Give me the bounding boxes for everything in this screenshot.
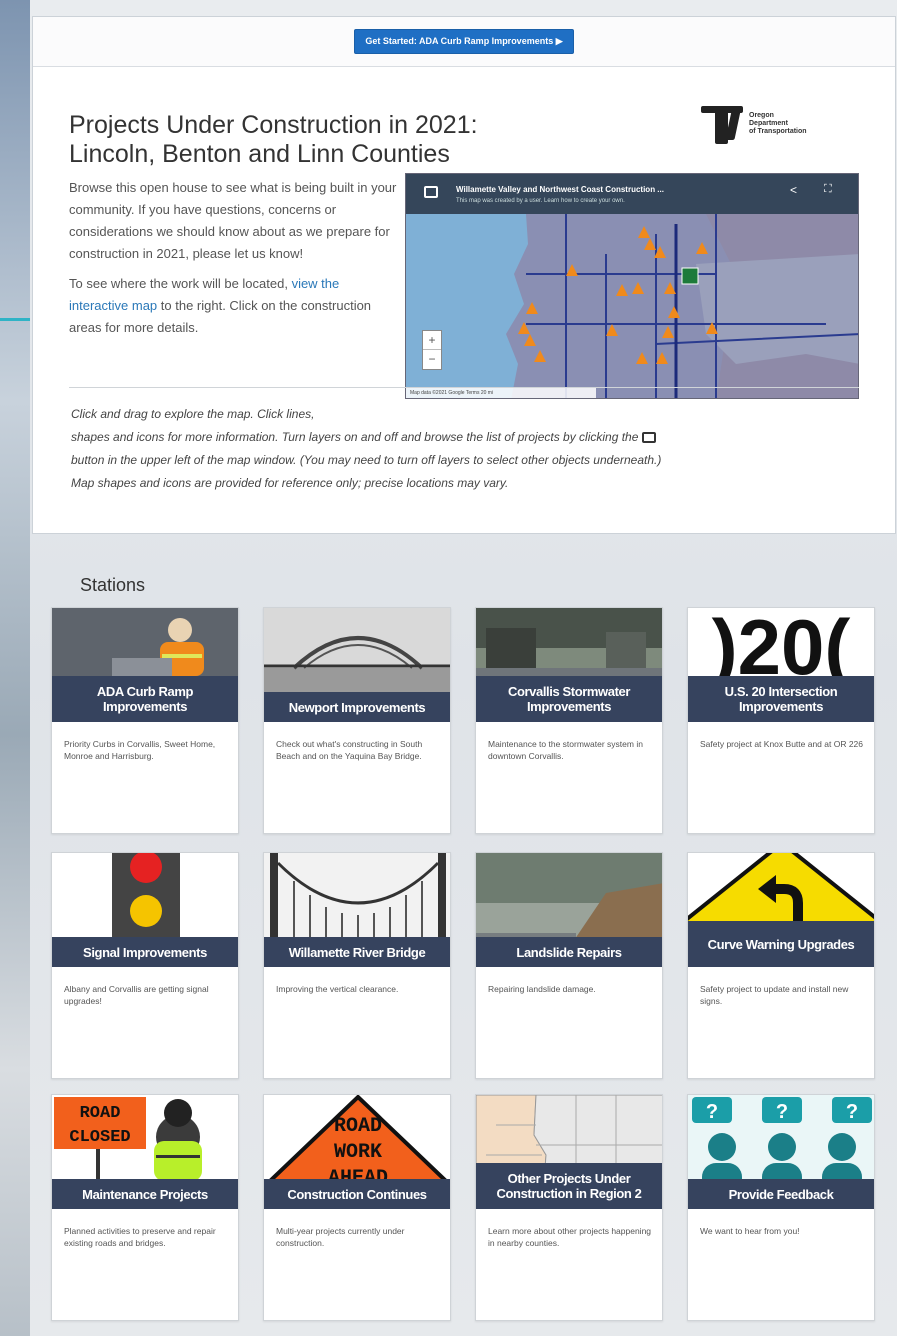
card-description: Multi-year projects currently under cons… <box>276 1226 405 1248</box>
title-line-1: Projects Under Construction in 2021: <box>69 111 478 139</box>
map-zoom-control[interactable]: + − <box>422 330 442 370</box>
card-description: Learn more about other projects happenin… <box>488 1226 652 1248</box>
card-description: Improving the vertical clearance. <box>276 984 399 994</box>
map-subtitle: This map was created by a user. Learn ho… <box>456 198 625 204</box>
card-description: Maintenance to the stormwater system in … <box>488 739 643 761</box>
station-card-willamette-bridge[interactable]: Willamette River Bridge Improving the ve… <box>263 852 451 1079</box>
intro-text: Browse this open house to see what is be… <box>69 177 399 347</box>
station-card-construction-continues[interactable]: ROAD WORK AHEAD Construction Continues M… <box>263 1094 451 1321</box>
zoom-out-button[interactable]: − <box>423 350 441 369</box>
banner: Get Started: ADA Curb Ramp Improvements … <box>33 17 895 67</box>
svg-text:?: ? <box>776 1101 788 1123</box>
card-description: We want to hear from you! <box>700 1226 800 1236</box>
get-started-button[interactable]: Get Started: ADA Curb Ramp Improvements … <box>354 29 574 54</box>
station-card-curve-warning[interactable]: Curve Warning Upgrades Safety project to… <box>687 852 875 1079</box>
svg-text:ROAD: ROAD <box>334 1115 382 1138</box>
svg-text:?: ? <box>706 1101 718 1123</box>
card-label: Construction Continues <box>264 1179 450 1209</box>
card-label: Corvallis Stormwater Improvements <box>476 676 662 722</box>
odot-logo-icon <box>701 102 743 146</box>
svg-text:CLOSED: CLOSED <box>69 1128 130 1147</box>
card-label: Willamette River Bridge <box>264 937 450 967</box>
station-card-signal[interactable]: Signal Improvements Albany and Corvallis… <box>51 852 239 1079</box>
card-label: Curve Warning Upgrades <box>688 921 874 967</box>
station-card-maintenance[interactable]: ROAD CLOSED Maintenance Projects Planned… <box>51 1094 239 1321</box>
card-description: Priority Curbs in Corvallis, Sweet Home,… <box>64 739 216 761</box>
odot-logo: Oregon Department of Transportation <box>701 97 851 151</box>
card-description: Safety project to update and install new… <box>700 984 849 1006</box>
station-card-us20[interactable]: )20( U.S. 20 Intersection Improvements S… <box>687 607 875 834</box>
card-description: Repairing landslide damage. <box>488 984 596 994</box>
title-line-2: Lincoln, Benton and Linn Counties <box>69 140 450 168</box>
stations-grid: ADA Curb Ramp Improvements Priority Curb… <box>51 607 875 1327</box>
card-label: Signal Improvements <box>52 937 238 967</box>
divider <box>69 387 859 388</box>
station-card-other-projects[interactable]: Other Projects Under Construction in Reg… <box>475 1094 663 1321</box>
station-card-newport[interactable]: Newport Improvements Check out what's co… <box>263 607 451 834</box>
station-card-ada[interactable]: ADA Curb Ramp Improvements Priority Curb… <box>51 607 239 834</box>
station-card-corvallis-stormwater[interactable]: Corvallis Stormwater Improvements Mainte… <box>475 607 663 834</box>
card-label: Landslide Repairs <box>476 937 662 967</box>
logo-text: Oregon Department of Transportation <box>749 112 807 135</box>
map-attribution: Map data ©2021 Google Terms 20 mi <box>406 388 596 398</box>
intro-paragraph-2: To see where the work will be located, v… <box>69 276 372 335</box>
left-accent-line <box>0 318 30 321</box>
card-description: Albany and Corvallis are getting signal … <box>64 984 209 1006</box>
map-layers-icon[interactable] <box>424 186 438 198</box>
svg-text:?: ? <box>846 1101 858 1123</box>
card-label: Other Projects Under Construction in Reg… <box>476 1163 662 1209</box>
intro-paragraph-1: Browse this open house to see what is be… <box>69 180 397 261</box>
station-card-feedback[interactable]: ??? Provide Feedback We want to hear fro… <box>687 1094 875 1321</box>
map-canvas[interactable] <box>406 214 859 399</box>
card-description: Safety project at Knox Butte and at OR 2… <box>700 739 864 749</box>
map-title: Willamette Valley and Northwest Coast Co… <box>456 185 664 194</box>
fullscreen-icon[interactable]: ⛶ <box>824 183 832 196</box>
svg-text:ROAD: ROAD <box>80 1104 121 1123</box>
layers-icon <box>641 432 656 444</box>
embedded-map[interactable]: Willamette Valley and Northwest Coast Co… <box>405 173 859 399</box>
card-label: U.S. 20 Intersection Improvements <box>688 676 874 722</box>
left-background <box>0 0 30 1336</box>
card-label: ADA Curb Ramp Improvements <box>52 676 238 722</box>
card-label: Newport Improvements <box>264 692 450 722</box>
card-label: Maintenance Projects <box>52 1179 238 1209</box>
svg-text:WORK: WORK <box>334 1141 382 1164</box>
zoom-in-button[interactable]: + <box>423 331 441 350</box>
page-title: Projects Under Construction in 2021: Lin… <box>69 111 549 169</box>
station-card-landslide[interactable]: Landslide Repairs Repairing landslide da… <box>475 852 663 1079</box>
card-description: Planned activities to preserve and repai… <box>64 1226 216 1248</box>
map-instructions: Click and drag to explore the map. Click… <box>71 407 662 490</box>
stations-heading: Stations <box>80 575 146 595</box>
card-description: Check out what's constructing in South B… <box>276 739 423 761</box>
intro-panel: Get Started: ADA Curb Ramp Improvements … <box>32 16 896 534</box>
share-icon[interactable]: < <box>790 183 797 197</box>
card-label: Provide Feedback <box>688 1179 874 1209</box>
map-header: Willamette Valley and Northwest Coast Co… <box>406 174 858 214</box>
